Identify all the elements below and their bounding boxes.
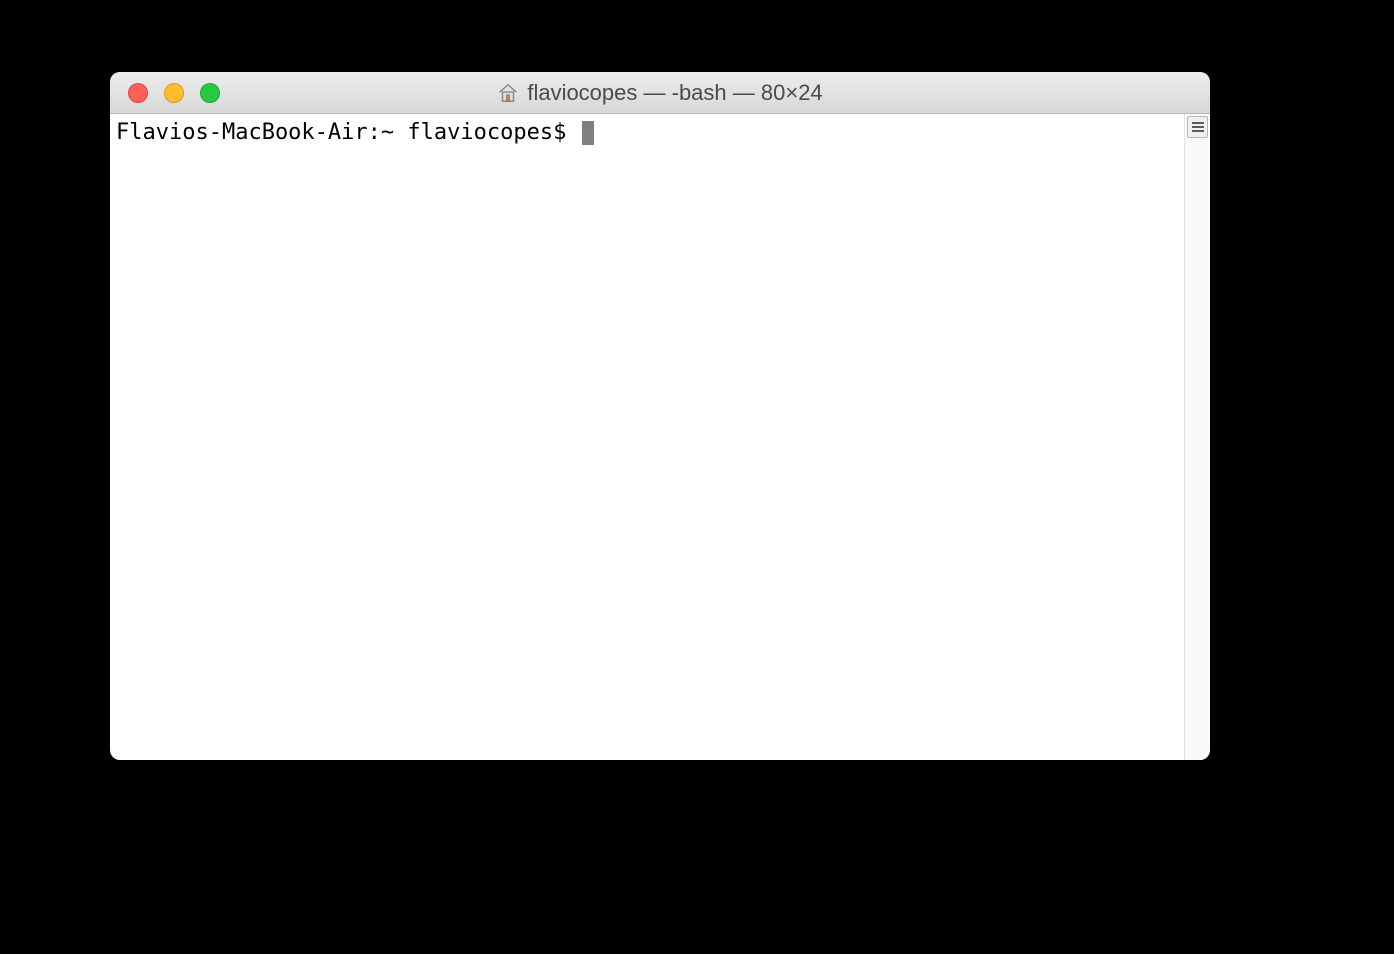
home-icon bbox=[497, 82, 519, 104]
window-title: flaviocopes — -bash — 80×24 bbox=[527, 80, 822, 106]
close-button[interactable] bbox=[128, 83, 148, 103]
scrollbar[interactable] bbox=[1184, 114, 1210, 760]
title-wrap: flaviocopes — -bash — 80×24 bbox=[110, 80, 1210, 106]
scroll-indicator-icon[interactable] bbox=[1187, 116, 1208, 138]
maximize-button[interactable] bbox=[200, 83, 220, 103]
minimize-button[interactable] bbox=[164, 83, 184, 103]
window-controls bbox=[110, 83, 220, 103]
shell-prompt: Flavios-MacBook-Air:~ flaviocopes$ bbox=[116, 120, 580, 145]
cursor bbox=[582, 121, 594, 145]
titlebar[interactable]: flaviocopes — -bash — 80×24 bbox=[110, 72, 1210, 114]
terminal-window: flaviocopes — -bash — 80×24 Flavios-MacB… bbox=[110, 72, 1210, 760]
terminal-output[interactable]: Flavios-MacBook-Air:~ flaviocopes$ bbox=[110, 114, 1184, 760]
content-area: Flavios-MacBook-Air:~ flaviocopes$ bbox=[110, 114, 1210, 760]
